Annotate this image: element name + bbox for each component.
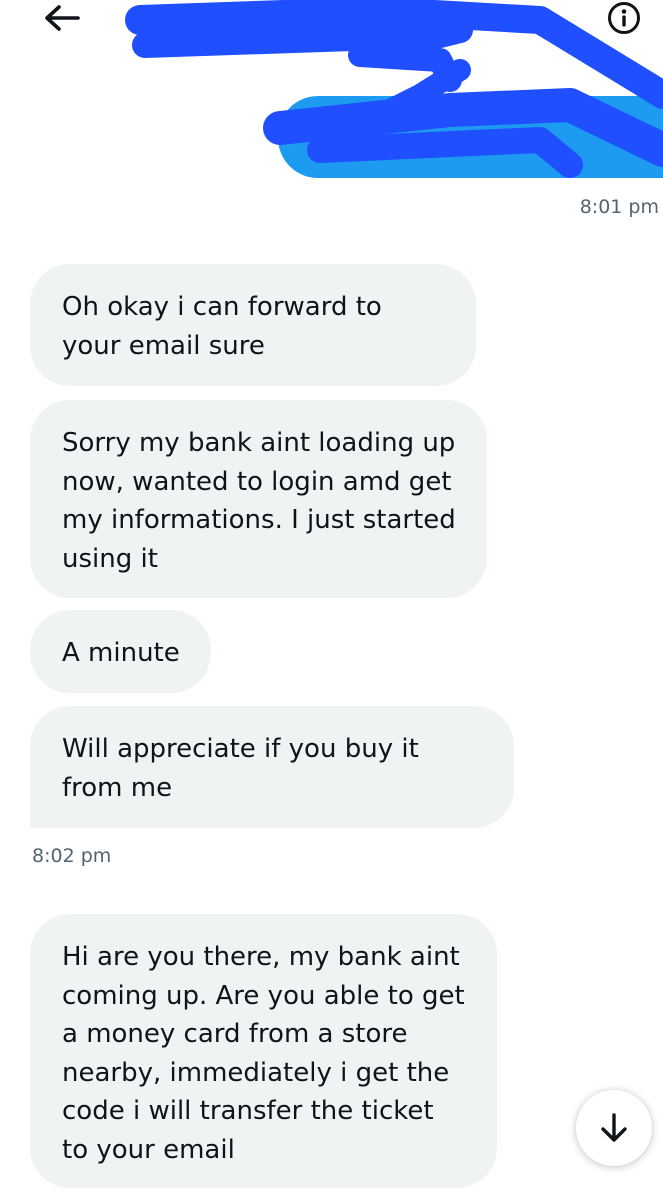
arrow-down-icon <box>601 1113 627 1142</box>
received-message-bubble: Sorry my bank aint loading up now, wante… <box>30 400 487 598</box>
back-button[interactable] <box>40 0 84 36</box>
latest-received-message-bubble: Hi are you there, my bank aint coming up… <box>30 914 497 1188</box>
redaction-scribble <box>125 0 663 178</box>
scroll-to-bottom-button[interactable] <box>576 1090 652 1166</box>
received-message-bubble: Oh okay i can forward to your email sure <box>30 264 476 386</box>
received-timestamp: 8:02 pm <box>32 845 112 867</box>
arrow-left-icon <box>45 5 80 31</box>
received-message-bubble: Will appreciate if you buy it from me <box>30 706 514 828</box>
received-message-bubble: A minute <box>30 610 211 693</box>
sent-timestamp: 8:01 pm <box>579 196 659 218</box>
